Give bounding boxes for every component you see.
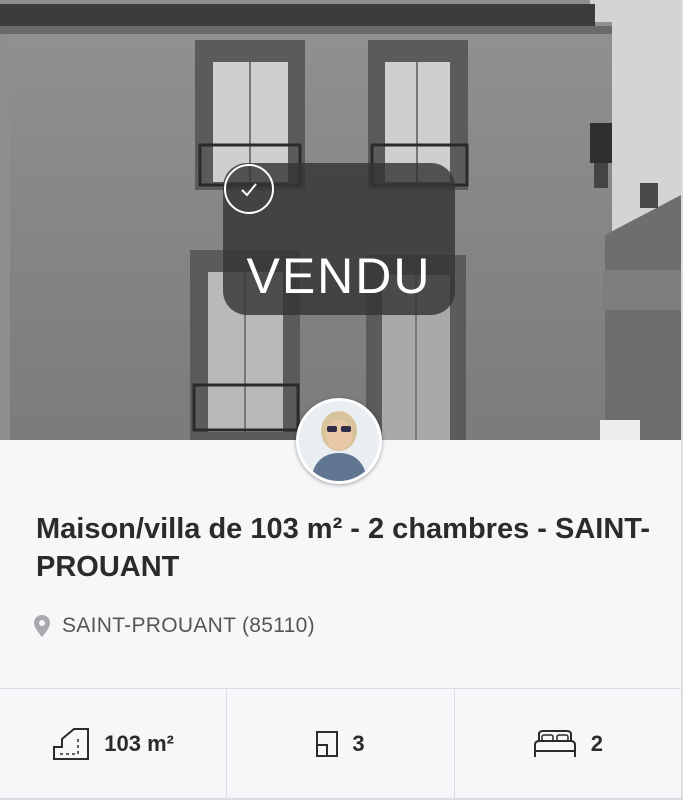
listing-location: SAINT-PROUANT (85110)	[34, 612, 315, 640]
room-icon	[316, 731, 339, 757]
listing-title[interactable]: Maison/villa de 103 m² - 2 chambres - SA…	[36, 510, 656, 586]
property-card[interactable]: VENDU Maison/villa de 103 m² - 2 chambre…	[0, 0, 683, 800]
rooms-value: 3	[352, 731, 365, 756]
check-circle-icon	[224, 164, 274, 214]
sold-status-label: VENDU	[246, 248, 432, 304]
rooms-stat: 3	[226, 689, 453, 798]
bedrooms-stat: 2	[453, 689, 681, 798]
listing-stats: 103 m² 3 2	[0, 688, 681, 798]
agent-avatar[interactable]	[296, 398, 382, 484]
surface-value: 103 m²	[104, 731, 175, 756]
bed-icon	[533, 730, 576, 757]
location-text: SAINT-PROUANT (85110)	[62, 614, 315, 637]
property-photo[interactable]: VENDU	[0, 0, 681, 440]
surface-stat: 103 m²	[0, 689, 226, 798]
agent-photo	[299, 401, 379, 481]
floor-plan-icon	[53, 728, 90, 760]
map-pin-icon	[34, 615, 50, 637]
sold-overlay: VENDU	[223, 163, 455, 315]
bedrooms-value: 2	[590, 731, 603, 756]
